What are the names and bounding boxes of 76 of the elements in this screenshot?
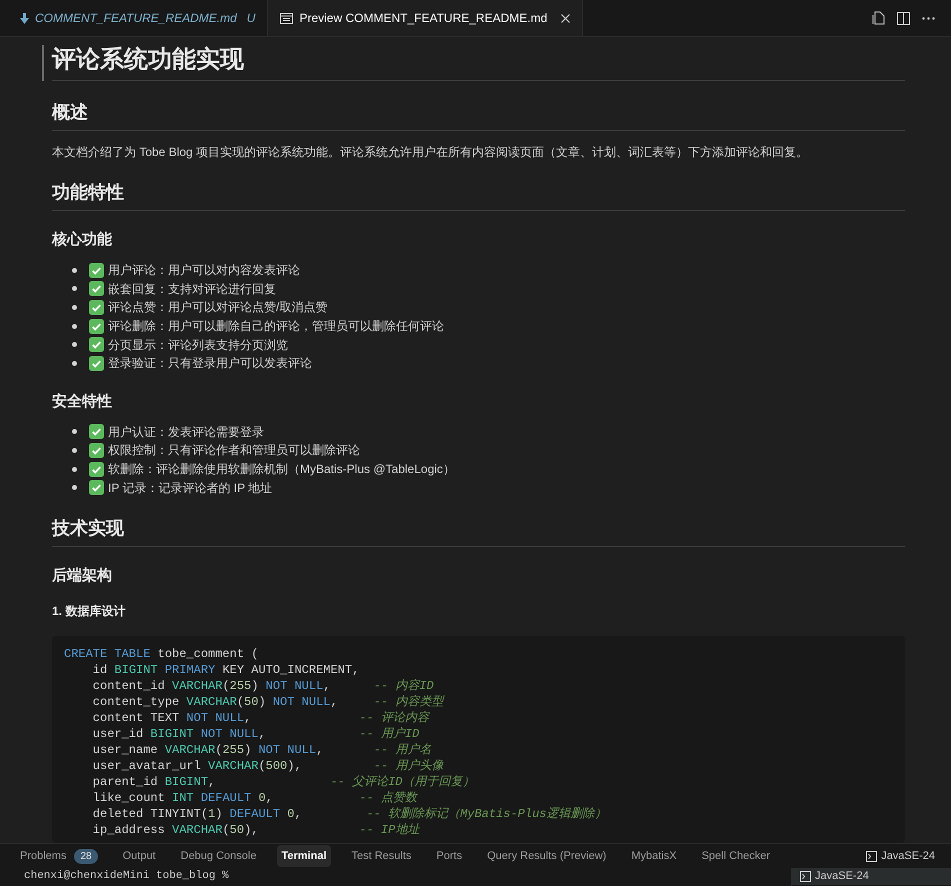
bullet-icon	[72, 429, 77, 434]
close-icon[interactable]	[561, 14, 570, 22]
section-heading: 技术实现	[52, 514, 905, 547]
check-mark-icon	[89, 442, 104, 458]
bullet-icon	[72, 448, 77, 453]
check-mark-icon	[89, 337, 104, 352]
code-line: like_count INT DEFAULT 0, -- 点赞数	[92, 790, 419, 806]
check-mark-icon	[89, 424, 104, 440]
bullet-icon	[72, 485, 77, 490]
terminal-icon	[800, 870, 811, 882]
code-line: deleted TINYINT(1) DEFAULT 0, -- 软删除标记（MyBatis-Plus逻辑删除）	[92, 806, 608, 822]
panel-tab[interactable]: Output	[118, 844, 160, 868]
list-item-text: 登录验证：只有登录用户可以发表评论	[108, 355, 312, 372]
section-heading: 功能特性	[52, 179, 905, 211]
bullet-icon	[72, 286, 77, 292]
bullet-icon	[72, 324, 77, 329]
open-file-icon[interactable]	[872, 11, 885, 25]
panel-tab[interactable]: Problems 28	[16, 844, 102, 868]
list-item-text: 评论删除：用户可以删除自己的评论，管理员可以删除任何评论	[108, 318, 444, 336]
panel-tab[interactable]: Spell Checker	[698, 844, 774, 868]
code-line: user_name VARCHAR(255) NOT NULL, -- 用户名	[92, 742, 432, 758]
subsection-heading: 后端架构	[52, 566, 113, 586]
terminal-prompt: chenxi@chenxideMini tobe_blog %	[23, 869, 230, 884]
subheading: 1. 数据库设计	[52, 602, 126, 620]
section-heading: 概述	[52, 99, 905, 131]
terminal-list-item[interactable]: JavaSE-24	[792, 868, 951, 884]
bullet-icon	[72, 304, 77, 310]
bullet-icon	[72, 360, 77, 366]
code-line: user_avatar_url VARCHAR(500), -- 用户头像	[92, 758, 444, 774]
list-item-text: 权限控制：只有评论作者和管理员可以删除评论	[108, 442, 360, 460]
check-mark-icon	[89, 462, 104, 477]
paragraph: 本文档介绍了为 Tobe Blog 项目实现的评论系统功能。评论系统允许用户在所有内容阅读页面（文章、计划、词汇表等）下方添加评论和回复。	[52, 144, 810, 161]
markdown-arrow-icon	[20, 12, 29, 24]
code-line: CREATE TABLE tobe_comment (	[64, 646, 260, 662]
code-line: parent_id BIGINT, -- 父评论ID（用于回复）	[92, 774, 476, 790]
split-editor-icon[interactable]	[897, 12, 910, 24]
list-item-text: 分页显示：评论列表支持分页浏览	[108, 336, 288, 354]
terminal-name[interactable]: JavaSE-24	[866, 848, 935, 864]
list-item-text: IP 记录：记录评论者的 IP 地址	[108, 480, 272, 497]
subsection-heading: 核心功能	[52, 230, 113, 250]
code-line: content_id VARCHAR(255) NOT NULL, -- 内容ID	[92, 678, 435, 694]
terminal-icon	[866, 850, 878, 862]
count-badge: 28	[74, 848, 98, 864]
preview-icon	[280, 12, 294, 24]
list-item-text: 嵌套回复：支持对评论进行回复	[108, 280, 276, 298]
document-title: 评论系统功能实现	[52, 45, 905, 81]
code-line: id BIGINT PRIMARY KEY AUTO_INCREMENT,	[92, 662, 360, 678]
panel-tab[interactable]: Test Results	[348, 844, 416, 868]
check-mark-icon	[89, 262, 104, 278]
bullet-icon	[72, 342, 77, 348]
panel-tab[interactable]: MybatisX	[627, 844, 681, 868]
panel-tab[interactable]: Query Results (Preview)	[483, 844, 610, 868]
code-line: ip_address VARCHAR(50), -- IP地址	[92, 822, 421, 838]
check-mark-icon	[89, 318, 104, 334]
list-item-text: 用户认证：发表评论需要登录	[108, 424, 264, 441]
editor-tab[interactable]: Preview COMMENT_FEATURE_README.md	[268, 0, 584, 36]
check-mark-icon	[89, 300, 104, 315]
list-item-text: 软删除：评论删除使用软删除机制（MyBatis-Plus @TableLogic）	[108, 461, 455, 478]
untracked-status: U	[246, 10, 256, 27]
check-mark-icon	[89, 281, 104, 296]
check-mark-icon	[89, 480, 104, 496]
subsection-heading: 安全特性	[52, 392, 113, 412]
tab-label: COMMENT_FEATURE_README.md	[35, 10, 237, 27]
tab-label: Preview COMMENT_FEATURE_README.md	[299, 10, 548, 27]
code-line: content TEXT NOT NULL, -- 评论内容	[92, 710, 431, 726]
list-item-text: 评论点赞：用户可以对评论点赞/取消点赞	[108, 299, 328, 316]
bullet-icon	[72, 466, 77, 472]
panel-tab[interactable]: Debug Console	[176, 844, 260, 868]
panel-tab[interactable]: Terminal	[277, 844, 330, 868]
bullet-icon	[72, 268, 77, 273]
code-line: content_type VARCHAR(50) NOT NULL, -- 内容类型	[92, 694, 446, 710]
check-mark-icon	[89, 356, 104, 371]
panel-tab[interactable]: Ports	[432, 844, 466, 868]
more-icon[interactable]	[922, 16, 935, 20]
code-line: user_id BIGINT NOT NULL, -- 用户ID	[92, 726, 420, 742]
list-item-text: 用户评论：用户可以对内容发表评论	[108, 262, 300, 280]
